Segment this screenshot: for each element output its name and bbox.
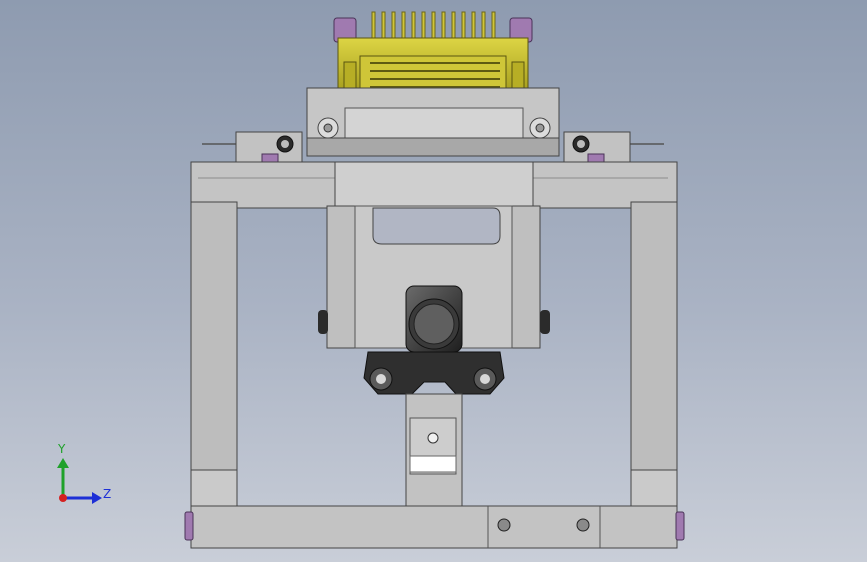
frame-top-beam bbox=[190, 161, 678, 209]
fixture-model[interactable] bbox=[0, 0, 867, 562]
vertical-slide bbox=[405, 393, 463, 507]
triad-y-label: Y bbox=[58, 442, 66, 456]
orientation-triad bbox=[57, 458, 102, 504]
frame-bottom-beam bbox=[184, 505, 685, 549]
x-axis-dot bbox=[59, 494, 67, 502]
cad-viewport[interactable]: Y Z bbox=[0, 0, 867, 562]
black-bracket bbox=[363, 351, 505, 395]
cylinder-knob bbox=[405, 285, 463, 353]
triad-z-label: Z bbox=[103, 487, 112, 501]
upper-plate bbox=[306, 87, 560, 157]
